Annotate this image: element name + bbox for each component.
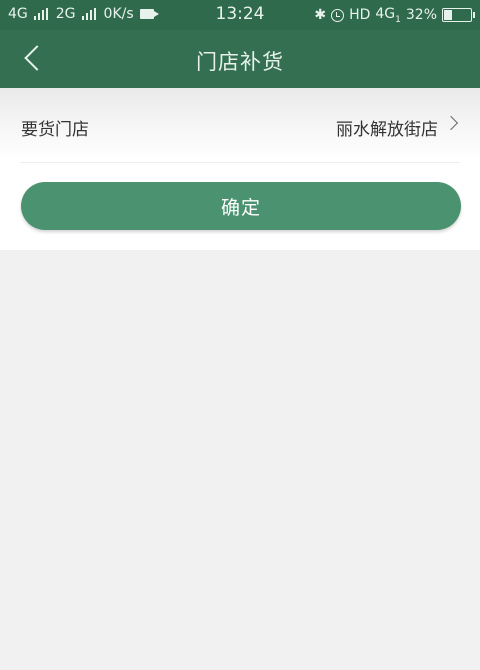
bluetooth-icon: ✱ (314, 7, 327, 24)
battery-percent: 32% (405, 7, 437, 24)
battery-fill (444, 10, 453, 21)
store-select-row[interactable]: 要货门店 丽水解放街店 (0, 88, 480, 162)
status-bar: 4G 2G 0K/s 13:24 ✱ HD 4G1 32% (0, 0, 480, 30)
chevron-right-icon (443, 115, 459, 131)
store-label: 要货门店 (21, 120, 89, 140)
network-type-3: 4G1 (375, 6, 401, 25)
form-card: 要货门店 丽水解放街店 确定 (0, 88, 480, 250)
battery-icon (442, 8, 475, 23)
confirm-button[interactable]: 确定 (21, 182, 461, 230)
app-header: 门店补货 (0, 30, 480, 88)
store-value: 丽水解放街店 (336, 120, 438, 140)
page-title: 门店补货 (196, 50, 284, 74)
hd-indicator: HD (349, 7, 371, 24)
alarm-icon (331, 8, 345, 22)
divider (20, 162, 460, 163)
status-right: ✱ HD 4G1 32% (314, 6, 475, 25)
